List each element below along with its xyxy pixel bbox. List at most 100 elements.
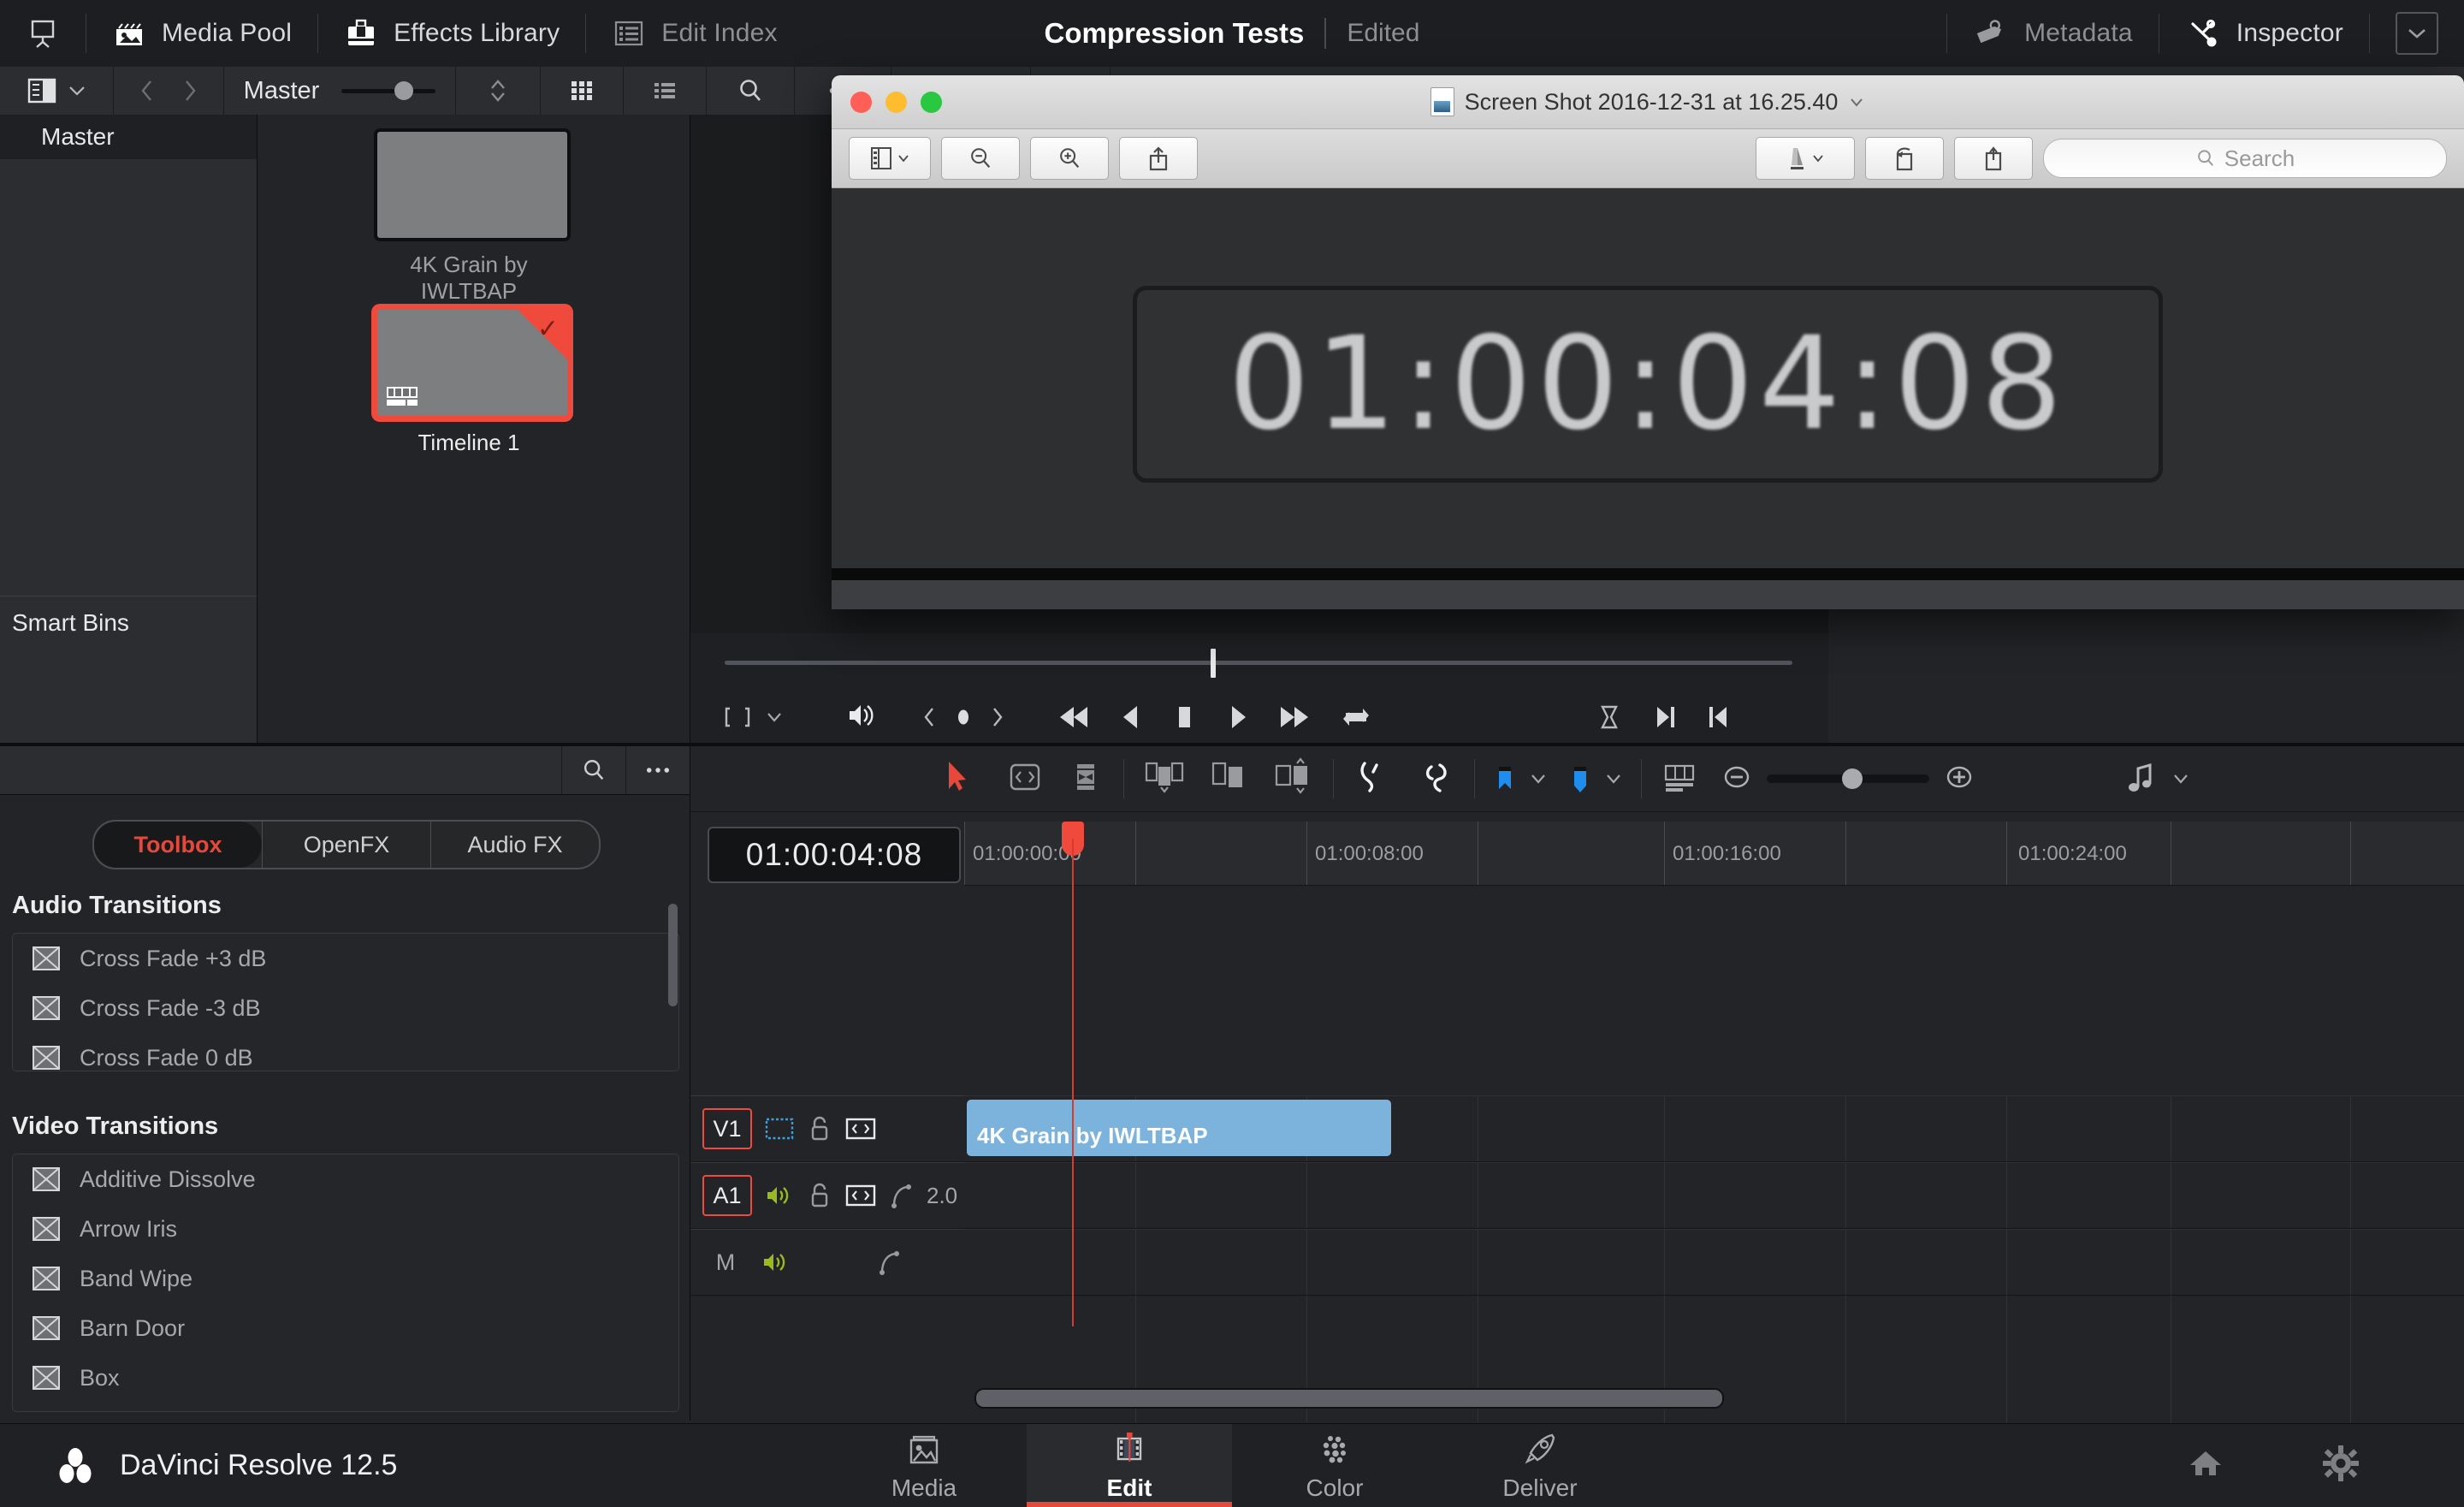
media-pool-button[interactable]: Media Pool (86, 0, 317, 67)
panel-expand-button[interactable] (2370, 0, 2464, 67)
preview-search-input[interactable]: Search (2043, 139, 2447, 178)
zoom-slider-handle[interactable] (1842, 768, 1863, 789)
track-header-v1[interactable]: V1 (690, 1095, 964, 1162)
track-name-badge[interactable]: V1 (702, 1108, 752, 1149)
list-item[interactable]: Cross Fade 0 dB (13, 1033, 678, 1083)
slider-handle[interactable] (394, 80, 414, 100)
audio-mute-icon[interactable] (761, 1249, 791, 1276)
timeline-track-master[interactable] (964, 1229, 2464, 1296)
annotate-button[interactable] (1954, 137, 2033, 180)
timeline-ruler[interactable]: 01:00:00:00 01:00:08:00 01:00:16:00 01:0… (964, 822, 2464, 886)
page-button-edit[interactable]: Edit (1027, 1424, 1232, 1507)
workspace-toggle-button[interactable] (0, 0, 86, 67)
markup-button[interactable] (1756, 137, 1855, 180)
zoom-in-button[interactable] (1030, 137, 1109, 180)
list-view-button[interactable] (624, 67, 707, 115)
viewer-scrubber[interactable] (725, 661, 1792, 665)
list-item[interactable]: Barn Door (13, 1303, 678, 1353)
rotate-button[interactable] (1865, 137, 1944, 180)
clip-thumbnail[interactable] (374, 128, 571, 241)
list-item[interactable]: Additive Dissolve (13, 1154, 678, 1204)
timeline-timecode-display[interactable]: 01:00:04:08 (708, 827, 961, 883)
effects-search-button[interactable] (561, 746, 625, 794)
sidebar-view-button[interactable] (849, 137, 931, 180)
list-item[interactable]: Band Wipe (13, 1254, 678, 1303)
bin-navigation[interactable] (114, 67, 224, 115)
tab-toolbox[interactable]: Toolbox (94, 822, 262, 868)
track-header-master[interactable]: M (690, 1229, 964, 1296)
zoom-out-button[interactable] (941, 137, 1020, 180)
timeline-track-v1[interactable]: 4K Grain by IWLTBAP (964, 1095, 2464, 1162)
edit-index-button[interactable]: Edit Index (586, 0, 803, 67)
settings-button[interactable] (2320, 1444, 2361, 1487)
selection-tool-button[interactable] (940, 758, 973, 800)
timeline-zoom-out-button[interactable] (1721, 761, 1753, 798)
flag-button[interactable] (1494, 760, 1547, 798)
audio-curve-icon[interactable] (889, 1181, 915, 1210)
timeline-clip[interactable]: 4K Grain by IWLTBAP (967, 1100, 1391, 1156)
metadata-button[interactable]: Metadata (1947, 0, 2159, 67)
timeline-zoom-slider[interactable] (1767, 762, 1929, 796)
viewer-mode-button[interactable] (721, 701, 783, 733)
list-item[interactable]: Cross Fade +3 dB (13, 934, 678, 983)
timeline-zoom-in-button[interactable] (1943, 761, 1975, 798)
sort-order-button[interactable] (456, 67, 541, 115)
auto-select-icon[interactable] (844, 1183, 877, 1208)
audio-waveform-button[interactable] (2126, 760, 2189, 798)
home-button[interactable] (2185, 1445, 2226, 1486)
playback-controls[interactable] (1057, 703, 1373, 732)
trim-edit-tool-button[interactable] (1005, 758, 1045, 800)
list-item[interactable]: Cross Fade -3 dB (13, 983, 678, 1033)
timeline-playhead[interactable] (1072, 839, 1074, 1326)
keyframe-nav-controls[interactable] (921, 704, 1005, 730)
tab-audiofx[interactable]: Audio FX (430, 822, 599, 868)
preview-titlebar[interactable]: Screen Shot 2016-12-31 at 16.25.40 (832, 75, 2464, 129)
marker-button[interactable] (1569, 760, 1622, 798)
thumbnail-size-slider[interactable] (341, 80, 436, 100)
effects-list-scrollbar[interactable] (668, 904, 678, 1006)
dynamic-trim-tool-button[interactable] (1067, 758, 1105, 800)
overwrite-clip-button[interactable] (1208, 758, 1249, 800)
list-item[interactable]: Arrow Iris (13, 1204, 678, 1254)
lock-icon[interactable] (807, 1113, 832, 1144)
lock-icon[interactable] (807, 1180, 832, 1211)
tab-openfx[interactable]: OpenFX (262, 822, 430, 868)
inspector-button[interactable]: Inspector (2159, 0, 2369, 67)
preview-image-canvas[interactable]: 01:00:04:08 (832, 188, 2464, 580)
page-button-deliver[interactable]: Deliver (1437, 1424, 1643, 1507)
replace-clip-button[interactable] (1271, 756, 1314, 801)
video-monitor-icon[interactable] (764, 1116, 795, 1142)
mark-controls[interactable] (1594, 703, 1731, 732)
audio-mute-icon[interactable] (764, 1182, 795, 1209)
timeline-horizontal-scrollbar[interactable] (974, 1388, 1724, 1409)
track-height-button[interactable] (1661, 758, 1698, 800)
insert-clip-button[interactable] (1143, 758, 1186, 800)
chevron-down-icon[interactable] (1848, 96, 1865, 108)
bin-tree-master-row[interactable]: Master (0, 115, 257, 159)
media-pool-item-clip[interactable]: 4K Grain by IWLTBAP (374, 128, 571, 305)
media-pool-item-timeline[interactable]: ✓ Timeline 1 (374, 306, 571, 456)
audio-volume-button[interactable] (843, 699, 877, 736)
search-button[interactable] (707, 67, 795, 115)
page-button-color[interactable]: Color (1232, 1424, 1437, 1507)
audio-curve-icon[interactable] (877, 1248, 903, 1277)
track-header-a1[interactable]: A1 2.0 (690, 1162, 964, 1229)
preview-scroll-gap (832, 568, 2464, 580)
track-name-badge[interactable]: A1 (702, 1175, 752, 1216)
timeline-thumbnail[interactable]: ✓ (374, 306, 571, 419)
share-button[interactable] (1119, 137, 1198, 180)
effects-more-button[interactable] (625, 746, 690, 794)
preview-window[interactable]: Screen Shot 2016-12-31 at 16.25.40 Searc… (832, 75, 2464, 609)
effects-library-button[interactable]: Effects Library (318, 0, 585, 67)
list-item[interactable]: Box (13, 1353, 678, 1403)
linked-selection-button[interactable] (1418, 758, 1455, 800)
timeline-track-a1[interactable] (964, 1162, 2464, 1229)
scrubber-playhead[interactable] (1211, 649, 1216, 678)
grid-view-button[interactable] (541, 67, 624, 115)
panel-layout-button[interactable] (0, 67, 114, 115)
page-button-media[interactable]: Media (821, 1424, 1027, 1507)
snapping-button[interactable] (1353, 758, 1390, 800)
track-name-badge[interactable]: M (702, 1243, 749, 1281)
bin-selector[interactable]: Master (224, 67, 456, 115)
auto-select-icon[interactable] (844, 1116, 877, 1142)
